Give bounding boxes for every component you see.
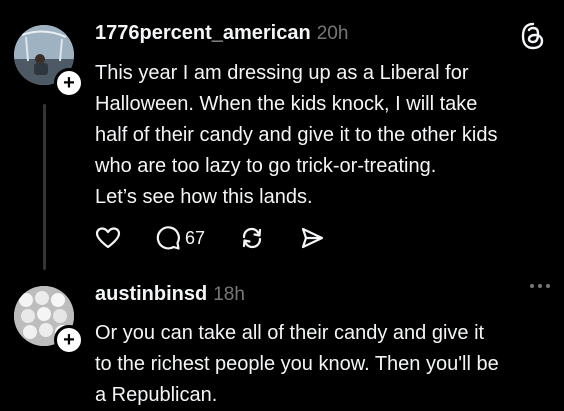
post-body-line: to the richest people you know. Then you… [95,353,499,375]
post-time: 18h [213,284,245,305]
share-icon [301,227,324,249]
more-dot-icon [538,284,542,288]
post-body-line: half of their candy and give it to the o… [95,124,498,146]
repost-icon [242,227,262,249]
post-body-line: a Republican. [95,384,218,406]
post-body: This year I am dressing up as a Liberal … [95,58,497,213]
more-dot-icon [546,284,550,288]
more-options-button[interactable] [530,284,550,288]
username-text[interactable]: 1776percent_american [95,22,311,44]
post-time: 20h [316,23,349,44]
reply-button[interactable]: 67 [155,225,205,251]
reply-count: 67 [185,227,206,248]
threads-logo-icon[interactable] [520,22,546,50]
like-button[interactable] [95,225,121,251]
username-text[interactable]: austinbinsd [95,283,207,305]
post-main: + 1776percent_american 20h This year I am… [0,0,564,272]
post-body: Or you can take all of their candy and g… [95,318,499,411]
post-body-line: who are too lazy to go trick-or-treating… [95,155,437,177]
follow-plus-button[interactable]: + [54,68,84,98]
share-button[interactable] [299,225,325,251]
comment-icon [156,226,180,250]
post-actions: 67 [95,225,359,251]
heart-icon [95,227,121,249]
follow-plus-button[interactable]: + [54,325,84,355]
more-dot-icon [530,284,534,288]
post-body-line: Halloween. When the kids knock, I will t… [95,93,478,115]
post-username[interactable]: austinbinsd 18h [95,283,245,306]
repost-button[interactable] [239,225,265,251]
post-body-line: This year I am dressing up as a Liberal … [95,62,469,84]
post-body-line: Let’s see how this lands. [95,186,313,208]
post-username[interactable]: 1776percent_american 20h [95,22,348,45]
post-body-line: Or you can take all of their candy and g… [95,322,485,344]
thread-line [43,104,46,270]
